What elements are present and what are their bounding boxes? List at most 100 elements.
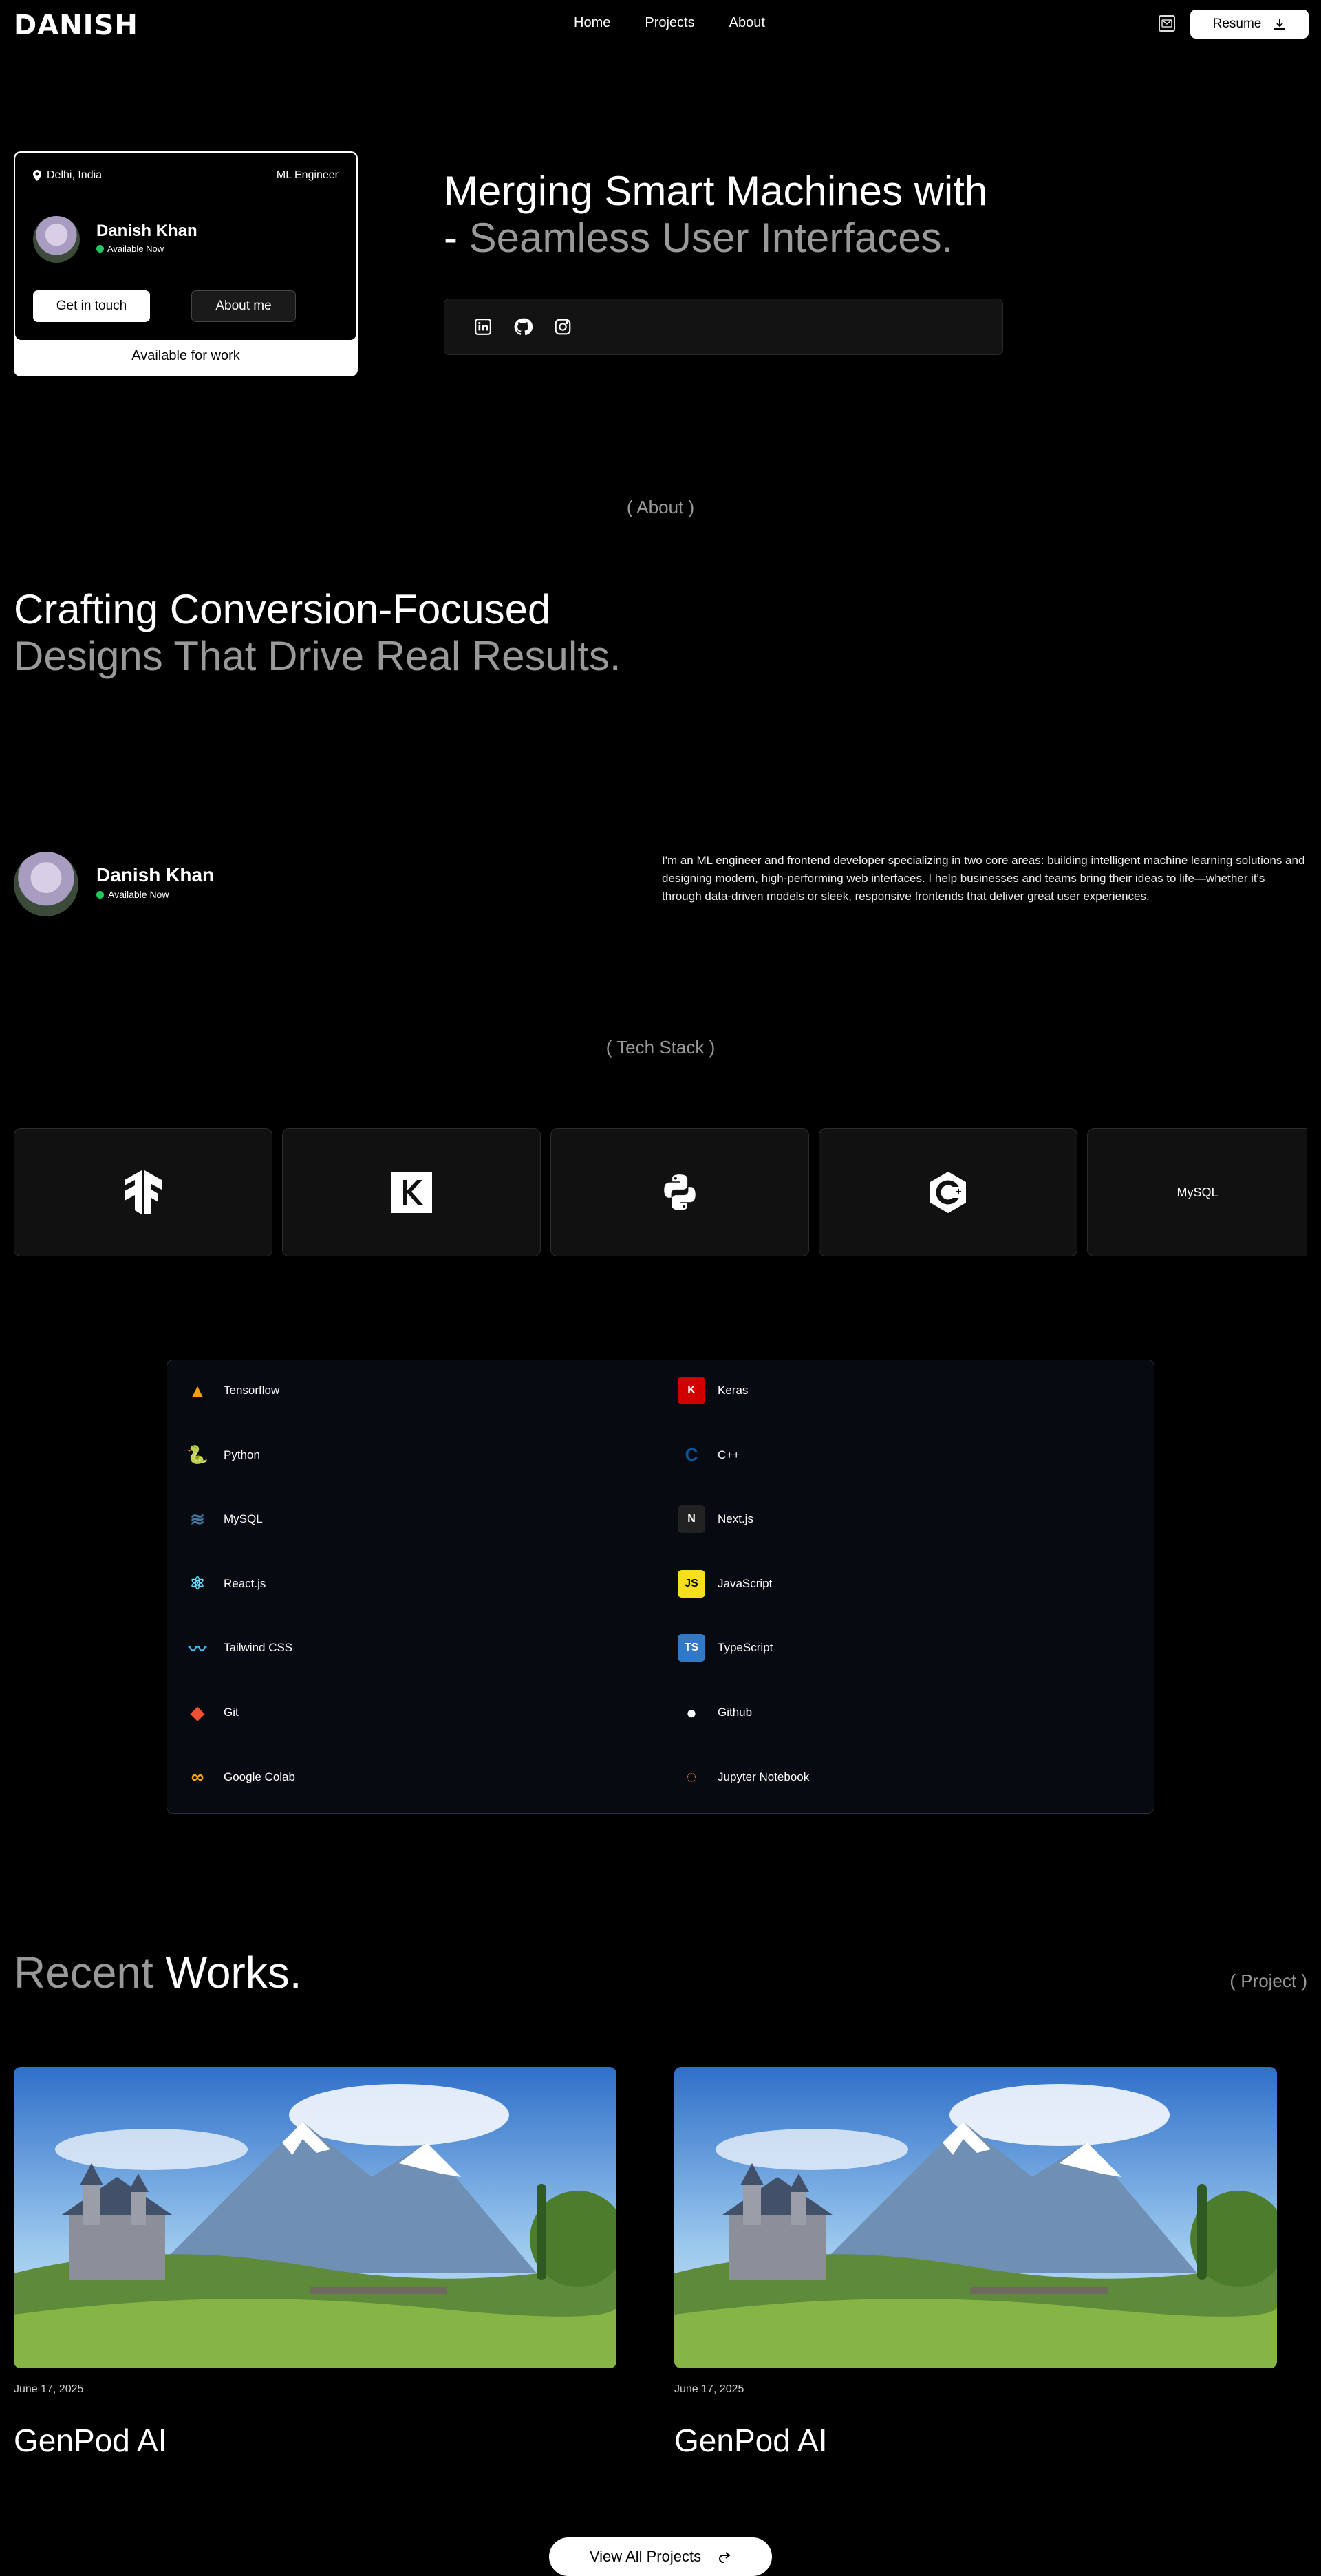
keras-icon <box>391 1172 432 1213</box>
hero-line-2-prefix: - <box>444 215 469 261</box>
works-title-rest: Works. <box>153 1948 302 1997</box>
profile-name: Danish Khan <box>96 222 197 240</box>
status-text: Available Now <box>107 244 164 254</box>
tech-name: Python <box>224 1448 260 1461</box>
available-for-work: Available for work <box>131 348 240 363</box>
site-logo[interactable]: DANISH <box>14 10 138 41</box>
hero-line-1: Merging Smart Machines with <box>444 168 988 214</box>
keras-icon: K <box>678 1377 705 1404</box>
tech-name: Next.js <box>718 1512 753 1526</box>
mysql-tile-text: MySQL <box>1177 1185 1218 1199</box>
cpp-icon: C <box>685 1444 698 1466</box>
typescript-icon: TS <box>678 1634 705 1662</box>
project-date: June 17, 2025 <box>14 2383 84 2395</box>
tech-name: MySQL <box>224 1512 263 1526</box>
view-all-projects-button[interactable]: View All Projects <box>549 2537 772 2576</box>
works-title: Recent Works. <box>14 1947 302 1998</box>
tensorflow-icon: ▲ <box>189 1380 206 1401</box>
role: ML Engineer <box>276 169 339 181</box>
get-in-touch-button[interactable]: Get in touch <box>33 290 150 322</box>
project-date: June 17, 2025 <box>674 2383 744 2395</box>
tech-list-item: K Keras <box>678 1377 748 1404</box>
react-icon: ⚛ <box>189 1573 206 1594</box>
github-icon: ● <box>686 1702 697 1723</box>
works-title-accent: Recent <box>14 1948 153 1997</box>
about-headline-1: Crafting Conversion-Focused <box>14 586 551 632</box>
project-image[interactable] <box>674 2067 1277 2368</box>
git-icon: ◆ <box>191 1702 204 1723</box>
avatar <box>33 216 80 263</box>
javascript-icon: JS <box>678 1569 705 1598</box>
hero-heading: Merging Smart Machines with - Seamless U… <box>444 168 987 261</box>
tech-name: C++ <box>718 1448 740 1461</box>
location-pin-icon <box>33 170 41 181</box>
tech-name: Tailwind CSS <box>224 1641 293 1655</box>
tech-tile-mysql: MySQL <box>1087 1128 1307 1256</box>
jupyter-icon: ◌ <box>686 1766 697 1788</box>
tech-tile-cpp <box>819 1128 1077 1256</box>
tailwind-icon: 〰 <box>188 1638 206 1660</box>
project-image[interactable] <box>14 2067 616 2368</box>
about-me-button[interactable]: About me <box>191 290 296 322</box>
tech-tile-python <box>550 1128 809 1256</box>
tensorflow-icon <box>125 1170 162 1214</box>
location-text: Delhi, India <box>47 169 103 181</box>
tech-list-item: ≋ MySQL <box>184 1505 263 1533</box>
about-headline: Crafting Conversion-Focused Designs That… <box>14 586 621 680</box>
nav-projects[interactable]: Projects <box>645 15 694 31</box>
tech-list-panel: ▲ Tensorflow K Keras 🐍 Python C C++ ≋ MySQL N Next.… <box>167 1360 1154 1814</box>
tech-name: Git <box>224 1706 239 1719</box>
tech-list-item: ▲ Tensorflow <box>184 1377 279 1404</box>
tech-list-item: ◆ Git <box>184 1699 239 1726</box>
tech-name: Keras <box>718 1384 749 1397</box>
python-icon <box>664 1174 696 1210</box>
profile-card-inner: Delhi, India ML Engineer Danish Khan Ava… <box>15 153 356 340</box>
tech-name: JavaScript <box>718 1576 773 1590</box>
status-badge: Available Now <box>96 244 164 254</box>
mail-icon[interactable] <box>1159 15 1175 32</box>
main-nav: Home Projects About <box>574 15 765 31</box>
tech-list-item: ● Github <box>678 1699 752 1726</box>
about-label: ( About ) <box>626 497 695 517</box>
tech-list-item: ◌ Jupyter Notebook <box>678 1763 809 1791</box>
linkedin-icon[interactable] <box>472 316 494 338</box>
tech-name: TypeScript <box>718 1641 773 1655</box>
tech-name: Jupyter Notebook <box>718 1770 810 1783</box>
about-name: Danish Khan <box>96 864 215 886</box>
tech-tile-keras <box>282 1128 541 1256</box>
project-label: ( Project ) <box>1229 1971 1307 1991</box>
project-title[interactable]: GenPod AI <box>14 2422 167 2459</box>
tech-stack-label: ( Tech Stack ) <box>605 1037 716 1058</box>
instagram-icon[interactable] <box>552 316 574 338</box>
about-status-text: Available Now <box>108 889 169 900</box>
hero-line-2-accent: Seamless User Interfaces. <box>469 215 954 261</box>
project-title[interactable]: GenPod AI <box>674 2422 828 2459</box>
tech-list-item: JS JavaScript <box>678 1569 773 1598</box>
about-headline-2: Designs That Drive Real Results. <box>14 633 621 679</box>
mysql-icon: ≋ <box>190 1508 205 1530</box>
status-dot-icon <box>96 890 104 899</box>
nav-home[interactable]: Home <box>574 15 610 31</box>
tech-list-item: 〰 Tailwind CSS <box>184 1634 292 1662</box>
tech-name: Github <box>718 1706 753 1719</box>
location: Delhi, India <box>33 169 102 182</box>
tech-name: Google Colab <box>224 1770 295 1783</box>
nav-about[interactable]: About <box>729 15 765 31</box>
github-icon[interactable] <box>512 316 534 338</box>
about-bio: I'm an ML engineer and frontend develope… <box>662 854 1305 903</box>
colab-icon: ∞ <box>191 1766 204 1788</box>
download-icon <box>1274 19 1286 30</box>
tech-list-item: 🐍 Python <box>184 1441 260 1469</box>
tech-list-item: ⚛ React.js <box>184 1570 266 1598</box>
view-all-label: View All Projects <box>589 2548 702 2565</box>
resume-button[interactable]: Resume <box>1190 10 1309 39</box>
status-dot-icon <box>96 245 104 253</box>
tech-tile-tensorflow <box>14 1128 272 1256</box>
tech-list-item: ∞ Google Colab <box>184 1763 295 1791</box>
tech-list-item: C C++ <box>678 1441 740 1469</box>
tech-list-item: N Next.js <box>678 1505 753 1534</box>
tech-name: Tensorflow <box>224 1384 280 1397</box>
social-links <box>444 299 1003 355</box>
tech-list-item: TS TypeScript <box>678 1634 773 1662</box>
nextjs-icon: N <box>678 1505 705 1534</box>
